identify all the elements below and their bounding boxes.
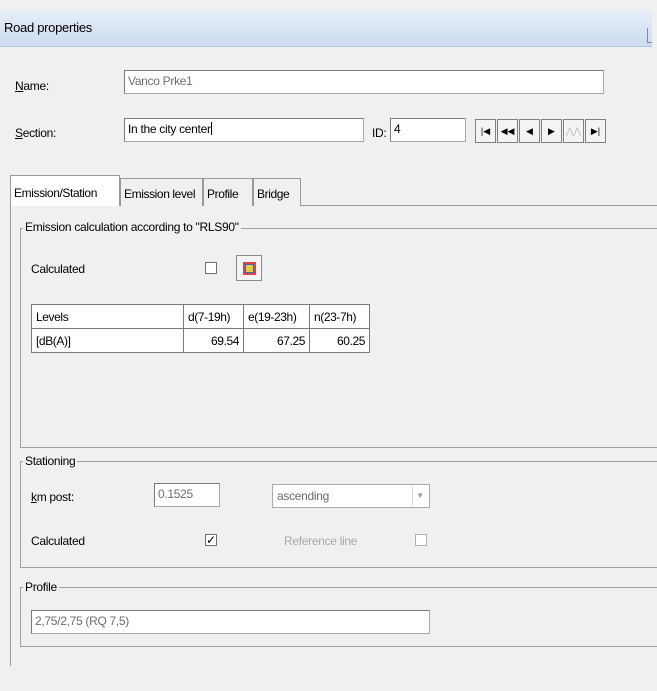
tab-bridge[interactable]: Bridge — [253, 178, 301, 206]
window-edge — [647, 28, 652, 43]
stationing-calculated-label: Calculated — [31, 534, 85, 548]
table-header: d(7-19h) — [183, 304, 244, 329]
km-post-label: km post: — [31, 490, 74, 504]
table-cell-evening[interactable]: 67.25 — [243, 328, 310, 353]
id-input[interactable]: 4 — [390, 118, 466, 142]
stationing-group — [20, 461, 657, 568]
emission-calculated-label: Calculated — [31, 262, 85, 276]
previous-icon: ◀ — [526, 125, 533, 136]
next-icon: ▶ — [548, 125, 555, 136]
last-icon: ▶| — [590, 125, 601, 136]
calculate-icon — [243, 262, 256, 275]
table-cell-night[interactable]: 60.25 — [309, 328, 370, 353]
window-title: Road properties — [4, 20, 92, 35]
direction-select[interactable]: ascending ▼ — [272, 484, 430, 508]
km-post-input[interactable]: 0.1525 — [154, 483, 220, 507]
fast-back-icon: ◀◀ — [500, 125, 515, 136]
reference-line-label: Reference line — [284, 534, 358, 548]
table-header: Levels — [31, 304, 184, 329]
previous-record-button[interactable]: ◀ — [519, 119, 540, 143]
record-navigation: |◀ ◀◀ ◀ ▶ ⋀⋀ ▶| — [475, 119, 607, 143]
polyline-button[interactable]: ⋀⋀ — [563, 119, 584, 143]
profile-group-label: Profile — [23, 580, 59, 594]
last-record-button[interactable]: ▶| — [585, 119, 606, 143]
direction-select-value: ascending — [277, 489, 330, 503]
calculate-button[interactable] — [236, 255, 262, 281]
table-header: e(19-23h) — [243, 304, 310, 329]
section-input[interactable]: In the city center — [124, 118, 364, 142]
road-properties-dialog: Road properties Name: Vanco Prke1 Sectio… — [0, 0, 657, 691]
first-record-button[interactable]: |◀ — [475, 119, 496, 143]
first-icon: |◀ — [480, 125, 491, 136]
section-label: Section: — [15, 126, 56, 140]
emission-group-label: Emission calculation according to "RLS90… — [23, 220, 241, 234]
name-label: Name: — [15, 79, 49, 93]
polyline-icon: ⋀⋀ — [566, 125, 581, 136]
chevron-down-icon[interactable]: ▼ — [412, 487, 427, 505]
profile-input[interactable]: 2,75/2,75 (RQ 7,5) — [31, 610, 430, 634]
name-input[interactable]: Vanco Prke1 — [124, 70, 604, 94]
text-caret — [210, 122, 212, 135]
fast-back-button[interactable]: ◀◀ — [497, 119, 518, 143]
table-cell-day[interactable]: 69.54 — [183, 328, 244, 353]
tab-profile[interactable]: Profile — [203, 178, 253, 206]
stationing-calculated-checkbox[interactable]: ✓ — [205, 534, 217, 546]
tab-emission-level[interactable]: Emission level — [120, 178, 203, 206]
id-label: ID: — [372, 126, 387, 140]
table-header-row: Levels d(7-19h) e(19-23h) n(23-7h) — [31, 304, 370, 329]
stationing-group-label: Stationing — [23, 454, 78, 468]
table-cell-unit[interactable]: [dB(A)] — [31, 328, 184, 353]
title-bar: Road properties — [0, 10, 652, 47]
tab-emission-station[interactable]: Emission/Station — [10, 175, 120, 206]
reference-line-checkbox[interactable] — [415, 534, 427, 546]
table-row: [dB(A)] 69.54 67.25 60.25 — [31, 328, 370, 353]
levels-table: Levels d(7-19h) e(19-23h) n(23-7h) [dB(A… — [31, 304, 370, 353]
emission-calculated-checkbox[interactable] — [205, 262, 217, 274]
next-record-button[interactable]: ▶ — [541, 119, 562, 143]
table-header: n(23-7h) — [309, 304, 370, 329]
